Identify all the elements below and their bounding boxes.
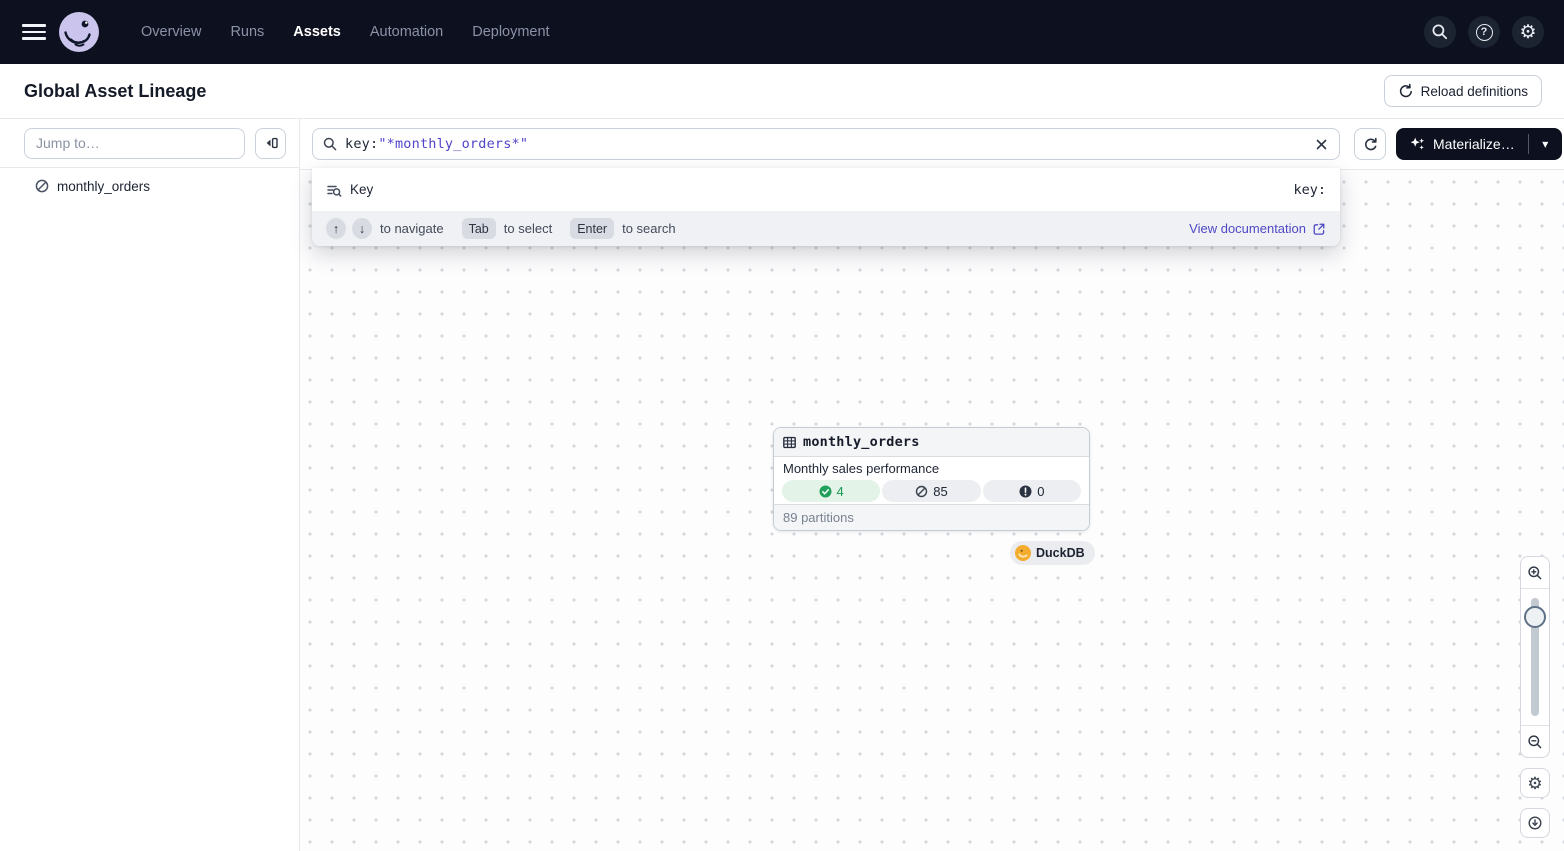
search-hint: to search — [622, 221, 675, 236]
sidebar-asset-item[interactable]: monthly_orders — [0, 168, 299, 200]
duckdb-icon — [1015, 545, 1031, 561]
global-asset-lineage-page: Overview Runs Assets Automation Deployme… — [0, 0, 1564, 851]
missing-count: 85 — [933, 484, 947, 499]
missing-count-badge[interactable]: 85 — [882, 480, 980, 502]
clear-search-button[interactable] — [1309, 132, 1333, 156]
settings-button[interactable]: ⚙ — [1512, 16, 1544, 48]
zoom-in-button[interactable] — [1521, 557, 1549, 589]
tab-key: Tab — [462, 218, 496, 239]
zoom-out-button[interactable] — [1521, 725, 1549, 757]
materialize-label: Materialize… — [1433, 136, 1515, 152]
help-icon: ? — [1476, 24, 1493, 41]
search-icon — [1431, 23, 1449, 41]
asset-node-title: monthly_orders — [803, 434, 920, 450]
materialize-split-button: Materialize… ▾ — [1396, 128, 1562, 160]
reload-icon — [1398, 83, 1414, 99]
refresh-graph-button[interactable] — [1354, 128, 1386, 160]
dagster-logo[interactable] — [59, 12, 99, 52]
asset-node-monthly-orders[interactable]: monthly_orders Monthly sales performance… — [773, 427, 1090, 531]
suggestion-row-key[interactable]: Key key: — [312, 168, 1340, 211]
lineage-toolbar: key:"*monthly_orders*" — [300, 119, 1564, 170]
nav-item-deployment[interactable]: Deployment — [472, 24, 549, 40]
suggestion-label: Key — [350, 182, 373, 197]
materialized-count-badge[interactable]: 4 — [782, 480, 880, 502]
suggestion-footer: ↑ ↓ to navigate Tab to select Enter to s… — [312, 211, 1340, 246]
storage-tag-label: DuckDB — [1036, 546, 1085, 560]
select-hint: to select — [504, 221, 552, 236]
asset-list-sidebar: monthly_orders — [0, 119, 300, 851]
external-link-icon — [1312, 222, 1326, 236]
recenter-view-button[interactable] — [1520, 808, 1550, 838]
zoom-in-icon — [1527, 565, 1543, 581]
navigate-hint: to navigate — [380, 221, 444, 236]
page-title: Global Asset Lineage — [24, 81, 206, 102]
search-icon — [323, 137, 337, 151]
sparkles-icon — [1409, 136, 1425, 152]
refresh-icon — [1363, 137, 1378, 152]
status-none-icon — [34, 178, 50, 194]
slash-circle-icon — [915, 485, 928, 498]
failed-count-badge[interactable]: 0 — [983, 480, 1081, 502]
filter-search-icon — [326, 182, 342, 198]
partitions-count: 89 partitions — [783, 510, 854, 525]
asset-node-header: monthly_orders — [774, 428, 1089, 457]
graph-settings-button[interactable]: ⚙ — [1520, 768, 1550, 798]
table-icon — [782, 435, 797, 450]
view-documentation-label: View documentation — [1189, 221, 1306, 236]
materialized-count: 4 — [837, 484, 844, 499]
alert-circle-icon — [1019, 485, 1032, 498]
collapse-sidebar-button[interactable] — [255, 128, 286, 159]
hamburger-menu-icon[interactable] — [22, 20, 46, 44]
chevron-down-icon: ▾ — [1542, 137, 1548, 151]
asset-node-badges: 4 85 0 — [782, 480, 1081, 502]
materialize-button[interactable]: Materialize… — [1396, 128, 1528, 160]
zoom-slider-handle[interactable] — [1524, 606, 1546, 628]
suggestion-syntax: key: — [1293, 182, 1326, 198]
zoom-control-group — [1520, 556, 1550, 758]
gear-icon: ⚙ — [1527, 775, 1542, 792]
filter-query-text: key:"*monthly_orders*" — [345, 136, 528, 152]
sidebar-toolbar — [0, 119, 299, 168]
sidebar-asset-label: monthly_orders — [57, 179, 150, 194]
nav-item-automation[interactable]: Automation — [370, 24, 443, 40]
duckdb-storage-tag[interactable]: DuckDB — [1010, 541, 1095, 565]
collapse-panel-icon — [263, 135, 279, 151]
nav-item-assets[interactable]: Assets — [293, 24, 341, 40]
primary-nav-links: Overview Runs Assets Automation Deployme… — [141, 24, 550, 40]
asset-node-description: Monthly sales performance — [783, 461, 1080, 476]
failed-count: 0 — [1037, 484, 1044, 499]
page-header: Global Asset Lineage Reload definitions — [0, 64, 1564, 119]
zoom-out-icon — [1527, 734, 1543, 750]
jump-to-input[interactable] — [24, 128, 245, 159]
topnav-action-icons: ? ⚙ — [1424, 16, 1544, 48]
arrow-up-key: ↑ — [326, 218, 346, 239]
arrow-down-key: ↓ — [352, 218, 372, 239]
gear-icon: ⚙ — [1519, 23, 1536, 42]
filter-query-prefix: key: — [345, 136, 378, 152]
global-search-button[interactable] — [1424, 16, 1456, 48]
close-icon — [1315, 138, 1328, 151]
nav-item-overview[interactable]: Overview — [141, 24, 201, 40]
recenter-icon — [1527, 815, 1543, 831]
nav-item-runs[interactable]: Runs — [230, 24, 264, 40]
check-circle-icon — [819, 485, 832, 498]
search-suggestion-dropdown: Key key: ↑ ↓ to navigate Tab to select E… — [312, 168, 1340, 246]
enter-key: Enter — [570, 218, 614, 239]
asset-node-footer: 89 partitions — [774, 504, 1089, 530]
filter-query-term: "*monthly_orders*" — [378, 136, 528, 152]
reload-definitions-label: Reload definitions — [1421, 84, 1528, 99]
asset-filter-input[interactable]: key:"*monthly_orders*" — [312, 128, 1340, 160]
help-button[interactable]: ? — [1468, 16, 1500, 48]
materialize-dropdown-button[interactable]: ▾ — [1529, 128, 1562, 160]
zoom-slider[interactable] — [1521, 589, 1549, 725]
reload-definitions-button[interactable]: Reload definitions — [1384, 75, 1542, 107]
view-documentation-link[interactable]: View documentation — [1189, 221, 1326, 236]
lineage-graph-canvas[interactable]: key:"*monthly_orders*" — [300, 119, 1564, 851]
top-navigation-bar: Overview Runs Assets Automation Deployme… — [0, 0, 1564, 64]
